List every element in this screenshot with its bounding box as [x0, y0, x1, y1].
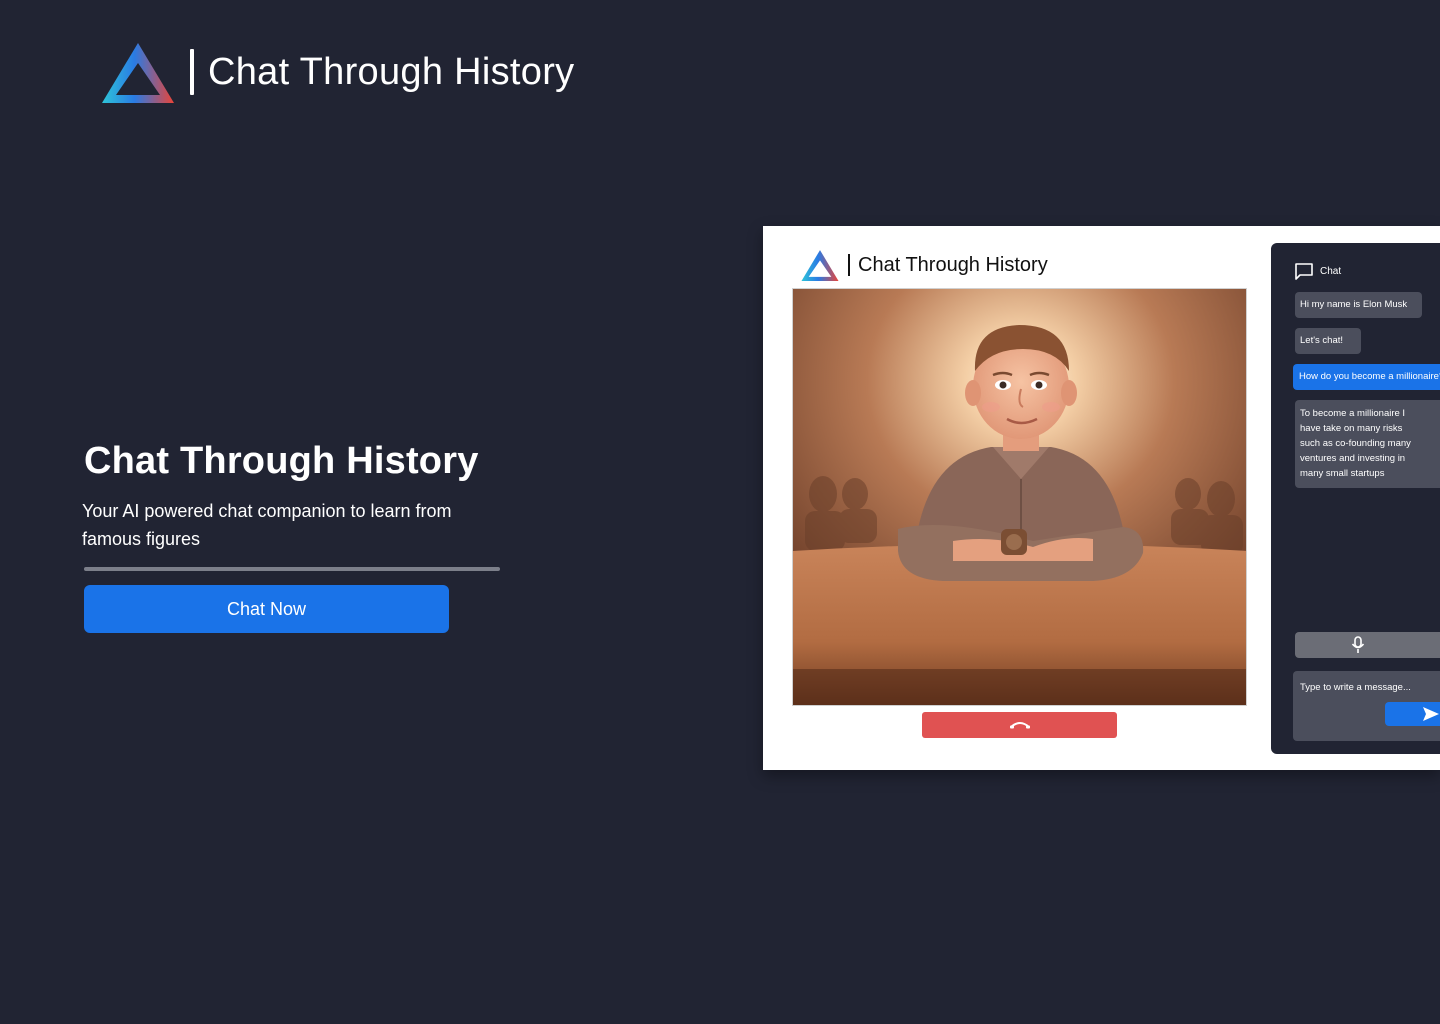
- landing-page: Chat Through History Chat Through Histor…: [0, 0, 1440, 1024]
- send-icon: [1423, 707, 1439, 721]
- site-title: Chat Through History: [208, 50, 575, 93]
- preview-header-divider: [848, 254, 850, 276]
- chat-bubble-icon: [1295, 263, 1313, 280]
- hero-title: Chat Through History: [84, 440, 479, 482]
- send-button[interactable]: [1385, 702, 1440, 726]
- chat-message-line: To become a millionaire I: [1300, 408, 1406, 419]
- chat-heading-label: Chat: [1320, 265, 1342, 277]
- voice-input-button[interactable]: [1295, 632, 1440, 658]
- preview-title: Chat Through History: [858, 253, 1048, 276]
- preview-header: Chat Through History: [799, 246, 1048, 284]
- chat-panel: Chat Hi my name is Elon Musk Let's chat!…: [1271, 243, 1440, 754]
- chat-message-line: ventures and investing in: [1300, 453, 1406, 464]
- hero-divider: [84, 567, 500, 571]
- end-call-button[interactable]: [922, 712, 1117, 738]
- chat-message-line: such as co-founding many: [1300, 438, 1411, 449]
- phone-hangup-icon: [1009, 722, 1030, 729]
- triangle-logo-icon: [102, 43, 174, 103]
- chat-heading: Chat: [1294, 262, 1341, 280]
- hero-section: Chat Through History Your AI powered cha…: [82, 440, 504, 633]
- site-header: Chat Through History: [98, 36, 574, 108]
- video-call-frame: [792, 288, 1247, 706]
- triangle-logo-icon: [801, 250, 839, 281]
- message-composer: [1293, 671, 1440, 741]
- app-preview-window: Chat Through History Chat Hi my name is …: [763, 226, 1440, 770]
- header-divider: [190, 49, 194, 95]
- chat-message-user: How do you become a millionaire?: [1293, 364, 1440, 390]
- chat-message-bot: Hi my name is Elon Musk: [1295, 292, 1422, 318]
- microphone-icon: [1351, 636, 1365, 653]
- chat-message-line: many small startups: [1300, 468, 1385, 479]
- chat-message-line: have take on many risks: [1300, 423, 1403, 434]
- chat-now-button[interactable]: Chat Now: [84, 585, 449, 633]
- hero-subtitle: Your AI powered chat companion to learn …: [82, 501, 452, 549]
- chat-message-bot: To become a millionaire I have take on m…: [1295, 400, 1440, 488]
- character-portrait-image: [793, 289, 1246, 705]
- message-input[interactable]: [1293, 671, 1440, 697]
- chat-message-bot: Let's chat!: [1295, 328, 1361, 354]
- chat-message-text: Hi my name is Elon Musk: [1300, 299, 1408, 310]
- chat-message-text: Let's chat!: [1300, 335, 1344, 346]
- chat-message-text: How do you become a millionaire?: [1299, 371, 1440, 382]
